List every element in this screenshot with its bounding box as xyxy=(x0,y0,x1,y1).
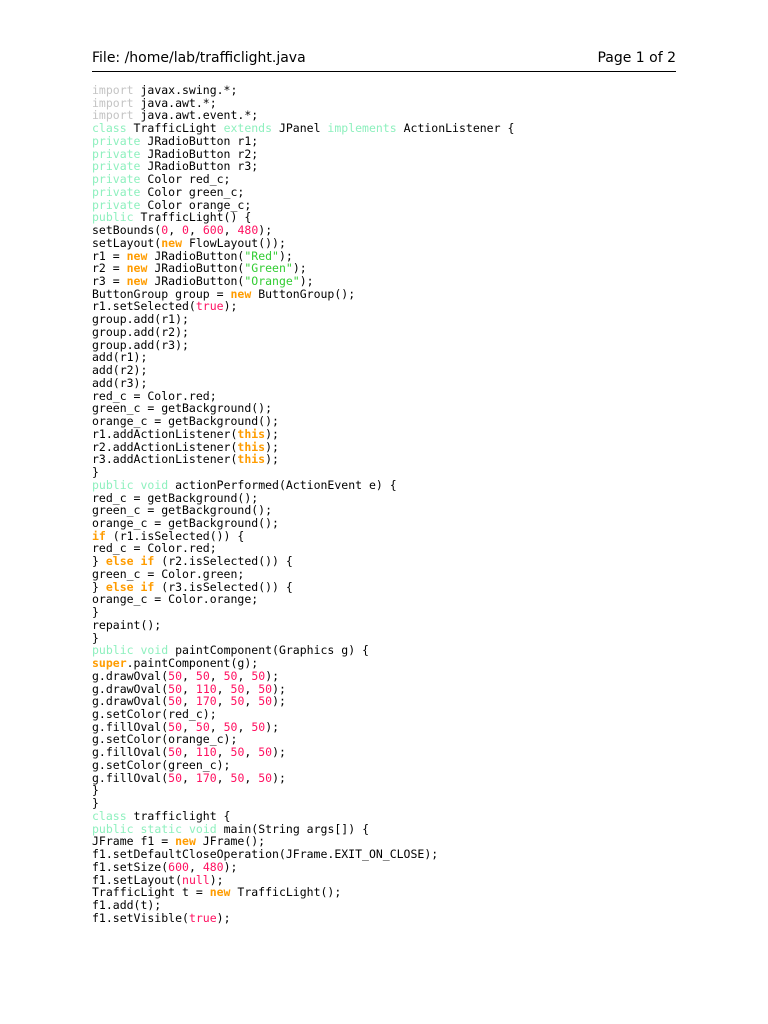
page-number: Page 1 of 2 xyxy=(597,50,676,66)
code-text: TrafficLight(); xyxy=(230,885,342,900)
literal: 50 xyxy=(168,770,183,785)
literal: 50 xyxy=(251,719,266,734)
bold-keyword: new xyxy=(209,885,231,900)
code-line: orange_c = Color.orange; xyxy=(92,593,514,606)
code-text: g.fillOval( xyxy=(92,770,169,785)
page-header: File: /home/lab/trafficlight.java Page 1… xyxy=(92,49,676,72)
literal: 50 xyxy=(258,745,273,760)
code-text: , xyxy=(244,770,259,785)
code-text: ); xyxy=(272,745,286,760)
code-line: add(r1); xyxy=(92,351,514,364)
code-text: ); xyxy=(272,770,286,785)
literal: 50 xyxy=(258,694,273,709)
literal: 50 xyxy=(230,694,245,709)
literal: true xyxy=(188,910,217,925)
code-line: repaint(); xyxy=(92,617,514,632)
code-line: f1.setVisible(true); xyxy=(92,910,514,925)
code-text: JPanel xyxy=(272,121,328,136)
code-text: ); xyxy=(216,910,231,925)
code-line: } xyxy=(92,784,514,797)
document-page: File: /home/lab/trafficlight.java Page 1… xyxy=(0,0,768,1024)
literal: 50 xyxy=(230,745,245,760)
code-text: ButtonGroup(); xyxy=(251,286,356,301)
code-text: , xyxy=(244,694,259,709)
bold-keyword: this xyxy=(237,452,266,467)
code-line: group.add(r3); xyxy=(92,338,514,352)
code-text: , xyxy=(244,745,259,760)
code-text: , xyxy=(182,770,196,785)
literal: 50 xyxy=(258,770,273,785)
code-text: orange_c = Color.orange; xyxy=(92,592,259,607)
code-text: ActionListener { xyxy=(396,121,515,136)
code-text: ); xyxy=(223,299,238,314)
code-text: ); xyxy=(223,859,238,874)
code-text: ); xyxy=(272,694,286,709)
code-line: r3.addActionListener(this); xyxy=(92,453,514,466)
code-text: , xyxy=(216,770,231,785)
code-text: repaint(); xyxy=(92,617,162,632)
literal: true xyxy=(195,299,224,314)
code-line: g.fillOval(50, 170, 50, 50); xyxy=(92,770,514,785)
code-listing: import javax.swing.*; import java.awt.*; i… xyxy=(92,84,514,924)
literal: 170 xyxy=(195,770,217,785)
code-line: add(r2); xyxy=(92,364,514,377)
code-text: , xyxy=(216,694,231,709)
code-text: ); xyxy=(265,719,280,734)
literal: 50 xyxy=(230,770,245,785)
code-text: , xyxy=(237,719,252,734)
code-text: r3.addActionListener( xyxy=(92,452,238,467)
file-path: File: /home/lab/trafficlight.java xyxy=(92,50,306,66)
code-text: ); xyxy=(265,452,279,467)
keyword: implements xyxy=(327,121,397,136)
code-text: f1.setVisible( xyxy=(92,910,189,925)
